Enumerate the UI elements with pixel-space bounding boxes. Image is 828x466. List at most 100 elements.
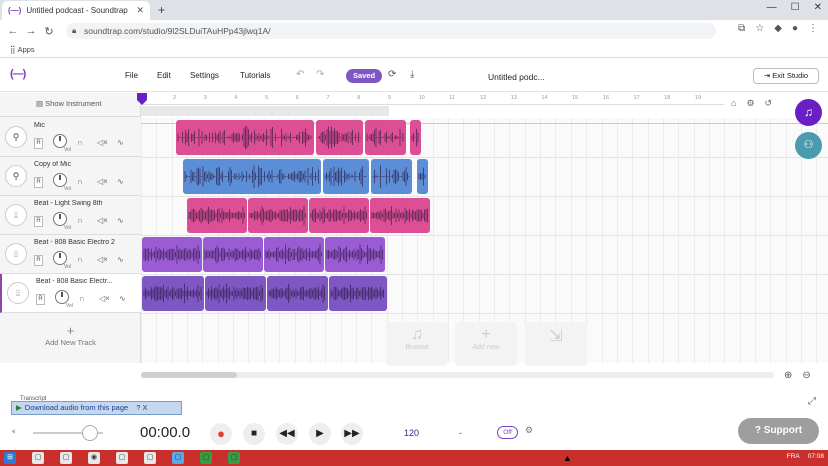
track-name[interactable]: Mic	[34, 122, 134, 129]
expand-icon[interactable]: ⤢	[808, 396, 816, 407]
menu-settings[interactable]: Settings	[190, 71, 219, 80]
audio-clip[interactable]	[417, 159, 428, 194]
automation-icon[interactable]: ∿	[117, 255, 124, 264]
exit-studio-button[interactable]: ⇥ Exit Studio	[753, 68, 819, 84]
headphones-icon[interactable]: ∩	[77, 138, 83, 147]
audio-clip[interactable]	[316, 120, 363, 155]
audio-clip[interactable]	[371, 159, 412, 194]
automation-icon[interactable]: ∿	[117, 138, 124, 147]
audio-clip[interactable]	[370, 198, 430, 233]
audio-clip[interactable]	[267, 276, 328, 311]
extension-icon[interactable]: ◆	[774, 23, 782, 34]
horizontal-scrollbar[interactable]	[141, 372, 774, 378]
new-tab-button[interactable]: +	[158, 3, 165, 17]
taskbar-app-icon[interactable]: ▢	[144, 452, 156, 464]
audio-clip[interactable]	[203, 237, 263, 272]
playhead-marker[interactable]	[137, 93, 147, 105]
back-icon[interactable]: ←	[4, 25, 22, 37]
mic-icon[interactable]: ⚲	[5, 126, 27, 148]
collaborate-fab[interactable]: ⚇	[795, 132, 822, 159]
import-tile[interactable]: ⇲	[525, 322, 587, 366]
speaker-icon[interactable]: 🔈︎	[12, 426, 17, 437]
undo-icon[interactable]: ↶	[296, 69, 304, 80]
show-instrument-button[interactable]: ▤ Show Instrument	[0, 93, 141, 117]
maximize-icon[interactable]: ☐	[791, 2, 800, 13]
track-row[interactable]: ⦙⦙ Beat - Light Swing 8th R Vol ∩ ◁× ∿	[0, 196, 141, 235]
project-title[interactable]: Untitled podc...	[488, 72, 545, 82]
redo-icon[interactable]: ↷	[316, 69, 324, 80]
minimize-icon[interactable]: —	[767, 2, 777, 13]
apps-bookmark[interactable]: Apps	[18, 45, 35, 54]
audio-clip[interactable]	[329, 276, 387, 311]
soundtrap-logo[interactable]: (—)	[10, 68, 26, 80]
record-arm-button[interactable]: R	[34, 177, 43, 188]
close-window-icon[interactable]: ✕	[814, 2, 822, 13]
audio-clip[interactable]	[142, 237, 202, 272]
mic-icon[interactable]: ⚲	[5, 165, 27, 187]
reload-icon[interactable]: ↻	[40, 25, 58, 38]
support-button[interactable]: ? Support	[738, 418, 819, 444]
star-icon[interactable]: ☆	[755, 23, 764, 34]
browser-tab[interactable]: (—) Untitled podcast - Soundtrap ✕	[2, 1, 150, 20]
track-name[interactable]: Beat - 808 Basic Electr...	[36, 278, 136, 285]
audio-clip[interactable]	[325, 237, 385, 272]
master-volume-thumb[interactable]	[82, 425, 98, 441]
taskbar-app-icon[interactable]: ▢	[60, 452, 72, 464]
beat-icon[interactable]: ⦙⦙	[5, 243, 27, 265]
beat-icon[interactable]: ⦙⦙	[7, 282, 29, 304]
rewind-button[interactable]: ◀◀	[276, 423, 298, 445]
url-input[interactable]: 🔒︎ soundtrap.com/studio/9l2SLDuiTAuHPp43…	[66, 23, 716, 39]
add-new-tile[interactable]: + Add new	[455, 322, 517, 366]
record-button[interactable]: ●	[210, 423, 232, 445]
metronome-off-toggle[interactable]: Off	[497, 426, 518, 439]
audio-clip[interactable]	[205, 276, 266, 311]
download-bar-controls[interactable]: ? X	[136, 403, 147, 412]
clock[interactable]: 07:08	[808, 453, 824, 460]
audio-clip[interactable]	[365, 120, 406, 155]
taskbar-app-icon[interactable]: ▢	[200, 452, 212, 464]
menu-edit[interactable]: Edit	[157, 71, 171, 80]
audio-clip[interactable]	[248, 198, 308, 233]
track-row[interactable]: ⦙⦙ Beat - 808 Basic Electr... R Vol ∩ ◁×…	[0, 274, 141, 313]
fast-forward-button[interactable]: ▶▶	[341, 423, 363, 445]
browse-tile[interactable]: ♫ Browse	[386, 322, 448, 366]
beat-icon[interactable]: ⦙⦙	[5, 204, 27, 226]
translate-icon[interactable]: ⧉	[738, 23, 745, 34]
automation-icon[interactable]: ∿	[119, 294, 126, 303]
saved-badge[interactable]: Saved	[346, 69, 383, 83]
settings-tool-icon[interactable]: ⚙	[746, 98, 754, 109]
mute-icon[interactable]: ◁×	[97, 138, 108, 147]
metronome-settings-icon[interactable]: ⚙	[525, 425, 533, 436]
audio-clip[interactable]	[323, 159, 369, 194]
tempo-display[interactable]: 120	[404, 428, 419, 438]
automation-icon[interactable]: ∿	[117, 177, 124, 186]
audio-clip[interactable]	[176, 120, 314, 155]
menu-icon[interactable]: ⋮	[808, 23, 818, 34]
stop-button[interactable]: ■	[243, 423, 265, 445]
audio-clip[interactable]	[264, 237, 324, 272]
key-display[interactable]: -	[459, 428, 462, 438]
audio-clip[interactable]	[142, 276, 204, 311]
audio-clip[interactable]	[183, 159, 321, 194]
taskbar-app-icon[interactable]: ▢	[228, 452, 240, 464]
timeline-ruler[interactable]: 2 3 4 5 6 7 8 9 10 11 12 13 14 15 16 17 18 19	[141, 93, 724, 105]
mute-icon[interactable]: ◁×	[97, 177, 108, 186]
volume-knob[interactable]	[53, 251, 67, 265]
record-arm-button[interactable]: R	[34, 255, 43, 266]
record-arm-button[interactable]: R	[36, 294, 45, 305]
sync-icon[interactable]: ⟳	[388, 69, 396, 80]
mute-icon[interactable]: ◁×	[97, 216, 108, 225]
undo-tool-icon[interactable]: ↺	[765, 98, 773, 109]
chrome-taskbar-icon[interactable]: ◉	[88, 452, 100, 464]
menu-file[interactable]: File	[125, 71, 138, 80]
audio-clip[interactable]	[187, 198, 247, 233]
lang-indicator[interactable]: FRA	[787, 453, 800, 460]
volume-knob[interactable]	[53, 173, 67, 187]
forward-icon[interactable]: →	[22, 25, 40, 37]
menu-tutorials[interactable]: Tutorials	[240, 71, 270, 80]
taskbar-app-icon[interactable]: ▢	[116, 452, 128, 464]
start-icon[interactable]: ⊞	[4, 452, 16, 464]
track-name[interactable]: Beat - Light Swing 8th	[34, 200, 134, 207]
track-name[interactable]: Copy of Mic	[34, 161, 134, 168]
music-note-fab[interactable]: ♫	[795, 99, 822, 126]
